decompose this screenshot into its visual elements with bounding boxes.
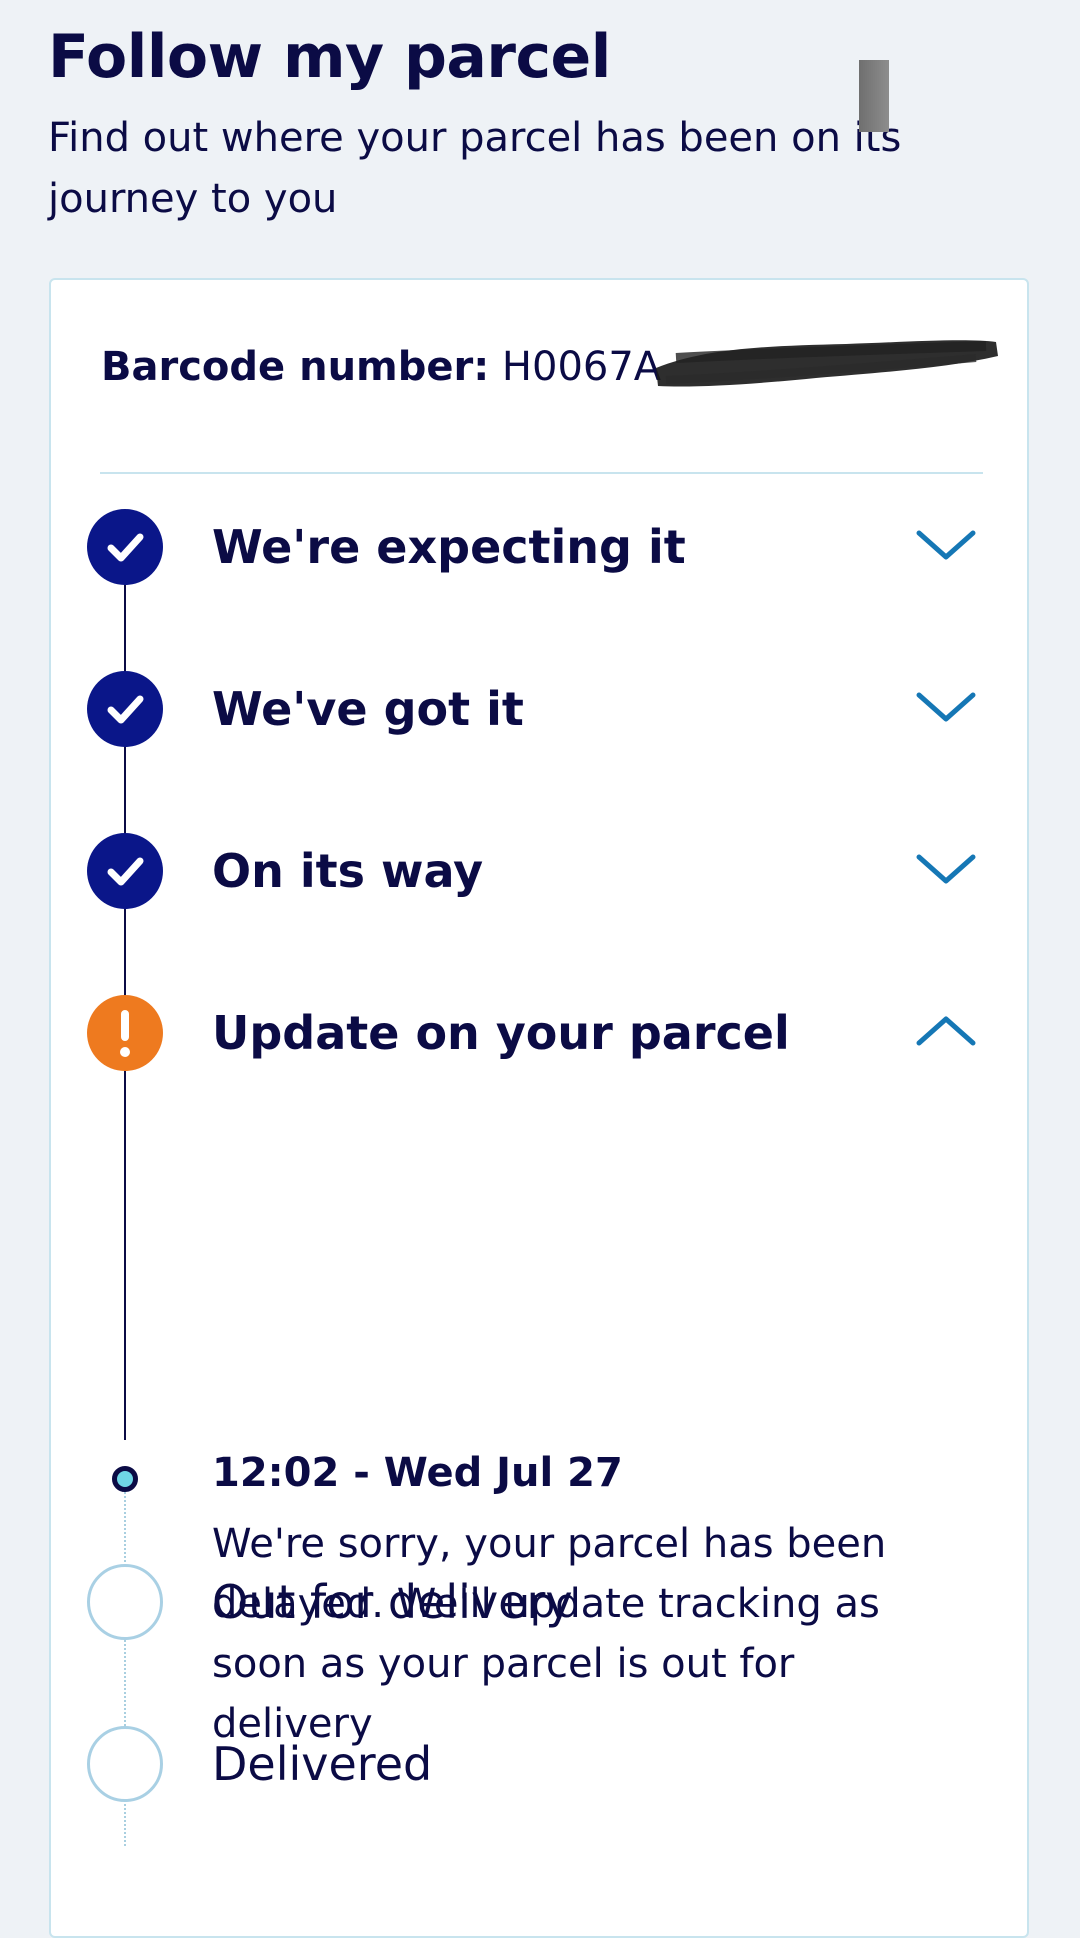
chevron-down-icon[interactable] — [913, 523, 979, 567]
step-label: Out for delivery — [212, 1575, 573, 1629]
step-on-its-way[interactable]: On its way — [51, 831, 1031, 911]
step-label: Delivered — [212, 1737, 433, 1791]
step-label: On its way — [212, 844, 484, 898]
exclamation-icon — [87, 995, 163, 1071]
chevron-up-icon[interactable] — [913, 1009, 979, 1053]
empty-circle-icon — [87, 1564, 163, 1640]
chevron-down-icon[interactable] — [913, 685, 979, 729]
card-divider — [100, 472, 983, 474]
event-time: 12:02 - Wed Jul 27 — [212, 1450, 623, 1496]
check-icon — [87, 833, 163, 909]
step-got-it[interactable]: We've got it — [51, 669, 1031, 749]
screen-artifact — [859, 60, 889, 132]
tracking-card: Barcode number: H0067A We're expecting i… — [49, 278, 1029, 1938]
barcode-label: Barcode number: — [101, 344, 490, 390]
check-icon — [87, 509, 163, 585]
barcode-row: Barcode number: H0067A — [101, 344, 661, 390]
step-delivered: Delivered — [51, 1724, 1031, 1804]
step-label: We're expecting it — [212, 520, 686, 574]
barcode-value: H0067A — [501, 344, 662, 390]
step-label: We've got it — [212, 682, 524, 736]
step-expecting[interactable]: We're expecting it — [51, 507, 1031, 587]
page-title: Follow my parcel — [48, 22, 611, 92]
barcode-redaction-scribble — [656, 340, 998, 387]
chevron-down-icon[interactable] — [913, 847, 979, 891]
check-icon — [87, 671, 163, 747]
step-label: Update on your parcel — [212, 1006, 790, 1060]
empty-circle-icon — [87, 1726, 163, 1802]
step-update-on-parcel[interactable]: Update on your parcel — [51, 993, 1031, 1073]
event-dot-icon — [112, 1466, 138, 1492]
timeline-connector-solid — [124, 520, 126, 1440]
step-out-for-delivery: Out for delivery — [51, 1562, 1031, 1642]
